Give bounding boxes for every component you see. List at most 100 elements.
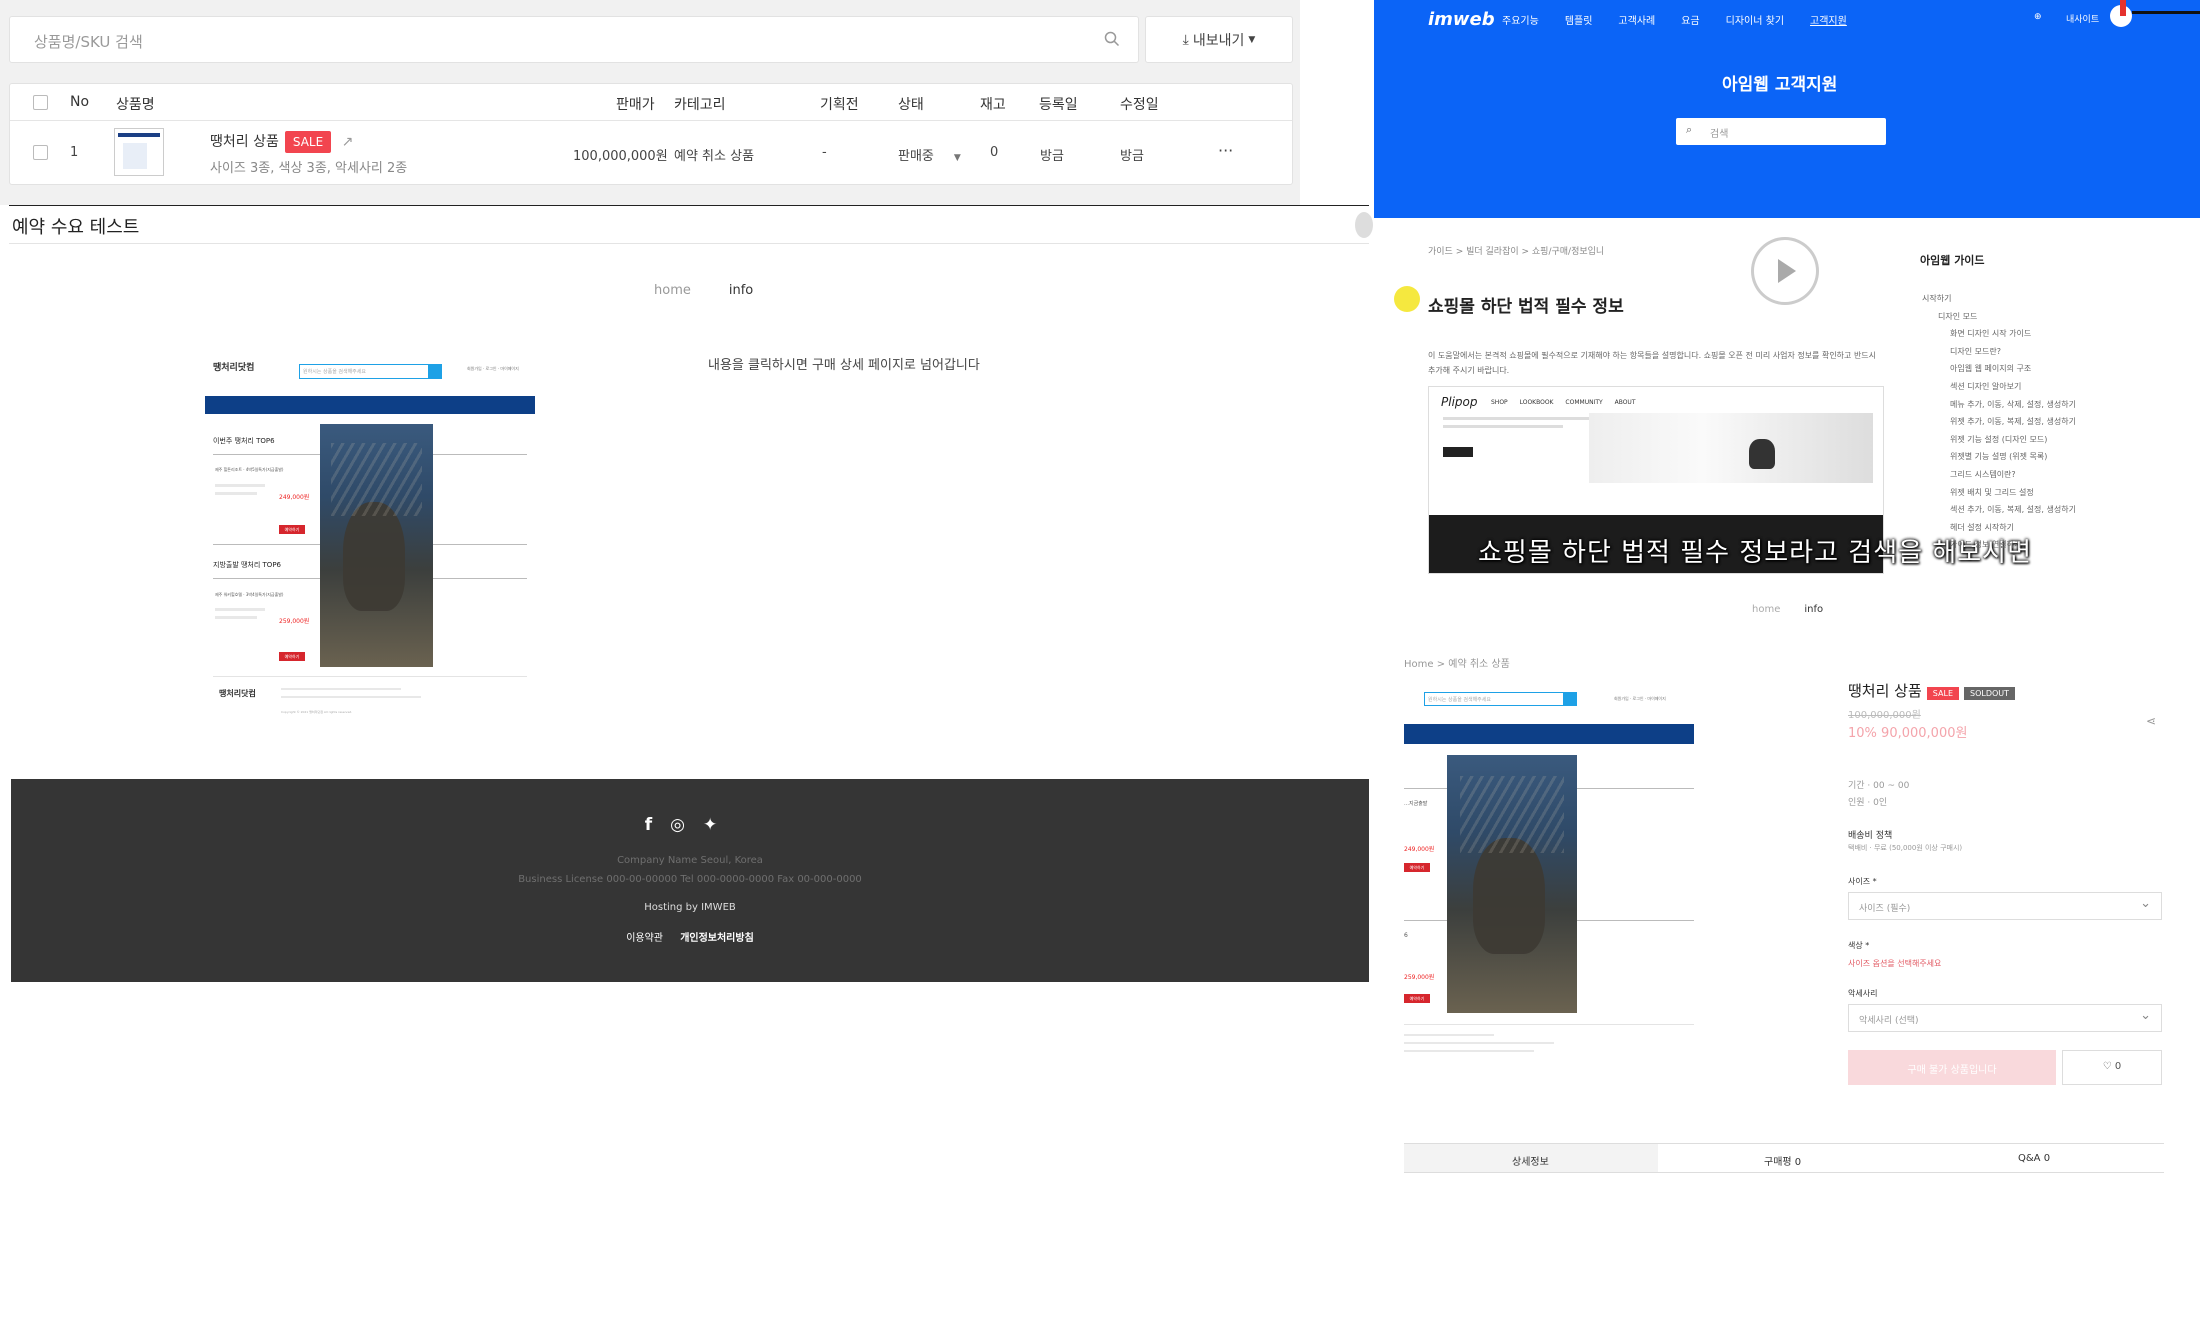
row-checkbox[interactable]: [33, 145, 48, 164]
col-status[interactable]: 상태: [898, 94, 924, 114]
guide-item[interactable]: 디자인 모드: [1922, 308, 2076, 326]
search-icon[interactable]: [1104, 31, 1120, 51]
sale-badge: SALE: [284, 131, 332, 153]
product-thumbnail[interactable]: [114, 128, 164, 176]
guide-item[interactable]: 섹션 추가, 이동, 복제, 설정, 생성하기: [1922, 501, 2076, 519]
avatar[interactable]: [1355, 212, 1373, 238]
mini-product-2-title: 제주 워커힐호텔 · 3박4일특가(지금출발): [215, 592, 284, 597]
option-accessory-label: 악세사리: [1848, 989, 1878, 998]
export-button[interactable]: ⤓ 내보내기 ▼: [1145, 16, 1293, 63]
my-site-link[interactable]: 내사이트: [2066, 12, 2099, 25]
row-stock: 0: [990, 145, 999, 160]
nav-home[interactable]: home: [654, 283, 691, 298]
menu-item-support[interactable]: 고객지원: [1810, 16, 1847, 27]
col-stock[interactable]: 재고: [980, 94, 1006, 114]
col-updated[interactable]: 수정일: [1120, 94, 1159, 114]
imweb-menu: 주요기능 템플릿 고객사례 요금 디자이너 찾기 고객지원: [1502, 12, 1873, 27]
col-category[interactable]: 카테고리: [674, 94, 726, 114]
preview-title-bar: [9, 206, 1369, 244]
guide-item[interactable]: 아임웹 웹 페이지의 구조: [1922, 360, 2076, 378]
product-period: 기간 · 00 ~ 00: [1848, 781, 1910, 791]
menu-item-features[interactable]: 주요기능: [1502, 16, 1539, 27]
search-placeholder: 상품명/SKU 검색: [34, 33, 143, 51]
select-all-checkbox[interactable]: [33, 95, 48, 114]
product-table: No 상품명 판매가 카테고리 기획전 상태 재고 등록일 수정일 1 땡처리 …: [9, 83, 1293, 185]
mini-product-1-price: 249,000원: [1404, 846, 1435, 853]
more-options-icon[interactable]: ···: [1218, 141, 1233, 160]
twitter-icon[interactable]: ✦: [703, 815, 735, 835]
mini-top-links: 회원가입 · 로그인 · 마이페이지: [1614, 696, 1666, 701]
menu-item-templates[interactable]: 템플릿: [1565, 16, 1593, 27]
article-text: 이 도움말에서는 본격적 쇼핑몰에 필수적으로 기재해야 하는 항목들을 설명합…: [1428, 351, 1877, 375]
col-price[interactable]: 판매가: [616, 94, 655, 114]
nav-info[interactable]: info: [1804, 604, 1823, 615]
product-breadcrumb[interactable]: Home > 예약 취소 상품: [1404, 655, 1510, 670]
guide-item[interactable]: 디자인 모드란?: [1922, 343, 2076, 361]
nav-info[interactable]: info: [729, 283, 753, 298]
option-accessory-select[interactable]: 악세사리 (선택): [1848, 1004, 2162, 1032]
sample-menu-item: ABOUT: [1614, 399, 1636, 406]
mini-book-button: 예약하기: [1404, 994, 1430, 1003]
col-no[interactable]: No: [70, 94, 89, 110]
squirrel-photo[interactable]: [320, 424, 433, 667]
col-promotion[interactable]: 기획전: [820, 94, 859, 114]
facebook-icon[interactable]: f: [645, 815, 670, 835]
mini-text-line: [215, 492, 257, 495]
row-updated: 방금: [1120, 149, 1144, 164]
col-created[interactable]: 등록일: [1039, 94, 1078, 114]
footer-privacy-link[interactable]: 개인정보처리방침: [680, 933, 754, 944]
preview-nav: home info: [654, 283, 753, 298]
imweb-logo[interactable]: imweb: [1428, 9, 1495, 30]
option-size-select[interactable]: 사이즈 (필수): [1848, 892, 2162, 920]
product-search-input[interactable]: 상품명/SKU 검색: [9, 16, 1139, 63]
social-links: f◎✦: [11, 815, 1369, 835]
guide-item[interactable]: 화면 디자인 시작 가이드: [1922, 325, 2076, 343]
click-notice: 내용을 클릭하시면 구매 상세 페이지로 넘어갑니다: [708, 358, 980, 373]
guide-item[interactable]: 위젯 추가, 이동, 복제, 설정, 생성하기: [1922, 413, 2076, 431]
globe-icon[interactable]: ⊕: [2034, 12, 2042, 22]
cursor-highlight: [1394, 286, 1420, 312]
guide-item[interactable]: 메뉴 추가, 이동, 삭제, 설정, 생성하기: [1922, 396, 2076, 414]
footer-terms-link[interactable]: 이용약관: [626, 933, 663, 944]
menu-item-pricing[interactable]: 요금: [1681, 16, 1699, 27]
tab-details[interactable]: 상세정보: [1512, 1153, 1549, 1168]
product-name[interactable]: 땡처리 상품: [210, 134, 279, 150]
buy-button[interactable]: 구매 불가 상품입니다: [1848, 1050, 2056, 1085]
product-name-cell[interactable]: 땡처리 상품 SALE ↗: [210, 131, 353, 153]
mini-search-input: 원하시는 상품을 검색해주세요: [1424, 692, 1564, 706]
divider: [213, 676, 527, 677]
col-name[interactable]: 상품명: [116, 94, 155, 114]
nav-home[interactable]: home: [1752, 604, 1780, 615]
mini-text: 6: [1404, 932, 1408, 939]
support-search-input[interactable]: ⌕ 검색: [1676, 118, 1886, 145]
status-dropdown[interactable]: 판매중 ▼: [898, 145, 961, 164]
table-row[interactable]: 1 땡처리 상품 SALE ↗ 사이즈 3종, 색상 3종, 악세사리 2종 10…: [10, 121, 1292, 185]
menu-item-cases[interactable]: 고객사례: [1618, 16, 1655, 27]
video-play-button[interactable]: [1751, 237, 1819, 305]
original-price: 100,000,000원: [1848, 710, 1921, 721]
guide-item[interactable]: 가이드 정보 연결하기: [1922, 536, 2076, 554]
tab-reviews[interactable]: 구매평 0: [1764, 1153, 1801, 1168]
row-created: 방금: [1040, 149, 1064, 164]
share-icon[interactable]: ⋖: [2146, 714, 2156, 728]
tab-qna[interactable]: Q&A 0: [2018, 1153, 2050, 1164]
external-link-icon[interactable]: ↗: [342, 134, 354, 150]
support-search-placeholder: 검색: [1710, 129, 1729, 140]
guide-item[interactable]: 위젯별 기능 설명 (위젯 목록): [1922, 448, 2076, 466]
guide-item[interactable]: 위젯 기능 설정 (디자인 모드): [1922, 431, 2076, 449]
guide-item[interactable]: 위젯 배치 및 그리드 설정: [1922, 484, 2076, 502]
squirrel-photo[interactable]: [1447, 755, 1577, 1013]
mini-text: …지금출발: [1404, 801, 1428, 807]
guide-item[interactable]: 그리드 시스템이란?: [1922, 466, 2076, 484]
mini-text-line: [215, 616, 257, 619]
like-button[interactable]: ♡ 0: [2062, 1050, 2162, 1085]
overlay-corner-graphic: [2112, 0, 2200, 30]
sale-price: 10% 90,000,000원: [1848, 722, 1967, 741]
guide-item[interactable]: 헤더 설정 시작하기: [1922, 519, 2076, 537]
row-category: 예약 취소 상품: [674, 149, 755, 164]
mini-section-2: 지방출발 땡처리 TOP6: [213, 561, 281, 569]
guide-item[interactable]: 섹션 디자인 알아보기: [1922, 378, 2076, 396]
menu-item-designers[interactable]: 디자이너 찾기: [1726, 16, 1784, 27]
guide-item[interactable]: 시작하기: [1922, 290, 2076, 308]
instagram-icon[interactable]: ◎: [670, 815, 703, 835]
